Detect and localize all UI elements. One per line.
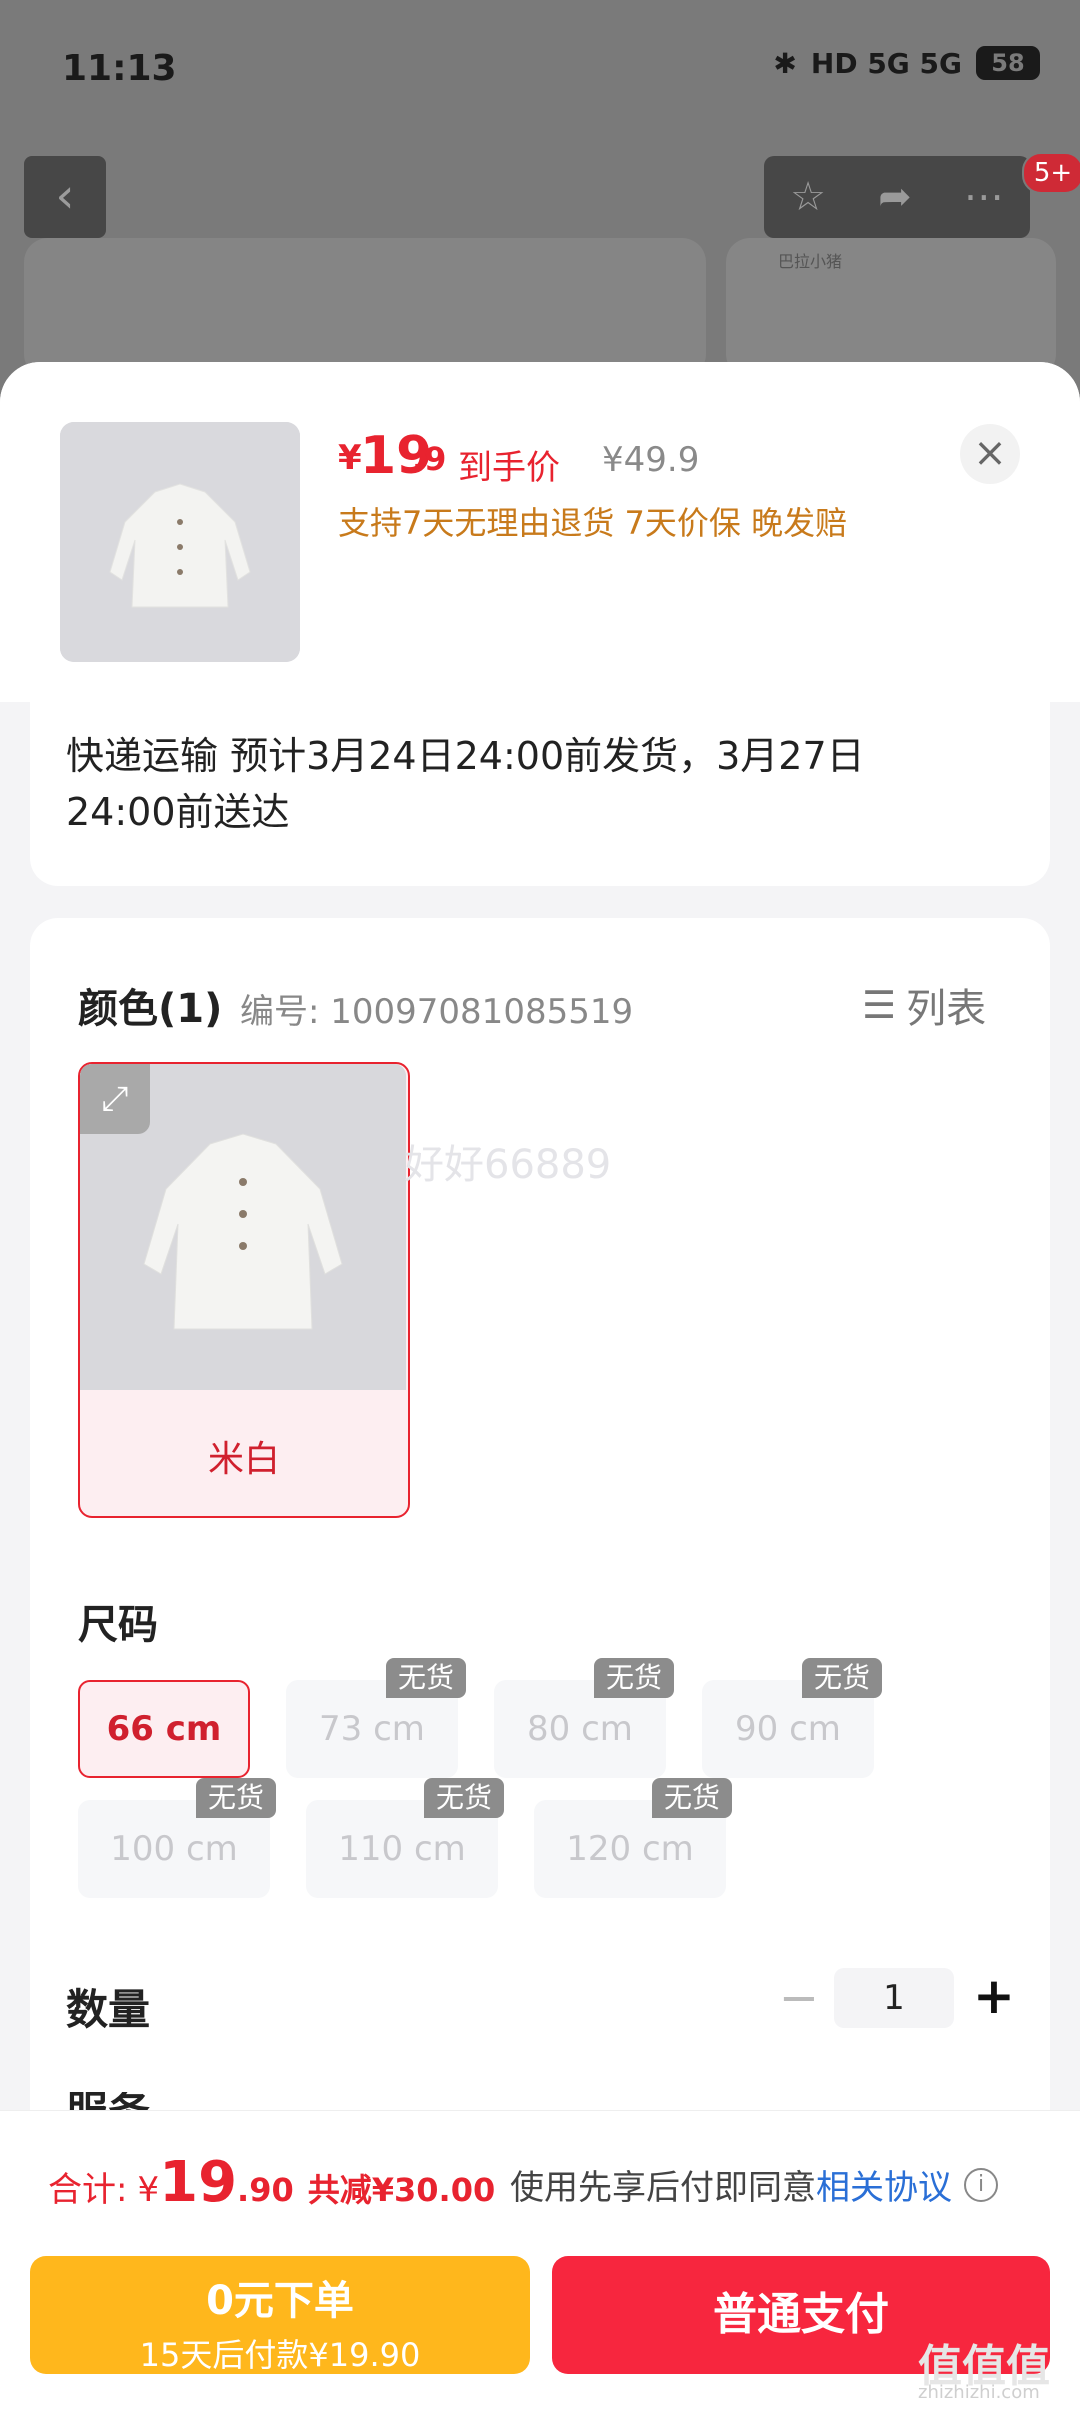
agreement-link[interactable]: 相关协议: [816, 2160, 952, 2209]
status-time: 11:13: [62, 48, 177, 89]
out-of-stock-badge: 无货: [424, 1778, 505, 1818]
share-icon[interactable]: ➦: [878, 174, 912, 220]
background-card: [24, 238, 706, 378]
expand-icon[interactable]: ⤢: [80, 1064, 150, 1134]
out-of-stock-badge: 无货: [196, 1778, 277, 1818]
quantity-decrease-button[interactable]: −: [774, 1968, 824, 2028]
bluetooth-icon: ✱: [773, 46, 797, 80]
background-card: [726, 238, 1056, 378]
corner-watermark-url: zhizhizhi.com: [918, 2382, 1040, 2403]
notification-badge: 5+: [1022, 152, 1080, 194]
battery-icon: 58: [976, 46, 1040, 80]
quantity-increase-button[interactable]: +: [966, 1966, 1022, 2026]
product-thumbnail[interactable]: [60, 422, 300, 662]
shop-logo-text: 巴拉小猪: [778, 252, 843, 271]
price-currency: ¥: [338, 438, 362, 478]
price-decimal: .9: [412, 440, 447, 478]
agreement-row: 使用先享后付即同意 相关协议 i: [510, 2160, 998, 2209]
watermark-text: 好好66889: [404, 1142, 612, 1188]
pay-later-title: 0元下单: [206, 2278, 354, 2324]
price-tag: 到手价: [458, 448, 560, 488]
shipping-info: 快递运输 预计3月24日24:00前发货，3月27日24:00前送达: [66, 734, 865, 834]
out-of-stock-badge: 无货: [594, 1658, 675, 1698]
size-option-66[interactable]: 66 cm: [78, 1680, 250, 1778]
service-title: 服务: [66, 2092, 150, 2110]
system-icons: ✱ HD 5G 5G 58: [773, 46, 1040, 80]
quantity-input[interactable]: 1: [834, 1968, 954, 2028]
chevron-left-icon: ‹: [55, 168, 75, 224]
total-label: 合计:: [48, 2170, 128, 2210]
total-currency: ¥: [137, 2170, 160, 2210]
out-of-stock-badge: 无货: [802, 1658, 883, 1698]
signal-icons: HD 5G 5G: [810, 46, 962, 80]
color-title: 颜色(1): [78, 986, 223, 1032]
out-of-stock-badge: 无货: [386, 1658, 467, 1698]
agreement-text: 使用先享后付即同意: [510, 2168, 816, 2208]
list-icon: ☰: [862, 983, 897, 1027]
total-summary: 合计: ¥ 19 .90 共减¥30.00: [48, 2150, 495, 2215]
total-discount: 共减¥30.00: [307, 2171, 496, 2209]
close-icon: ×: [973, 430, 1007, 476]
size-title: 尺码: [78, 1602, 158, 1648]
more-icon[interactable]: ⋯: [964, 174, 1004, 220]
quantity-title: 数量: [66, 1985, 151, 2034]
total-decimal: .90: [237, 2171, 294, 2209]
status-bar: 11:13 ✱ HD 5G 5G 58: [0, 0, 1080, 140]
sku-number: 编号: 10097081085519: [240, 992, 634, 1032]
pay-later-subtitle: 15天后付款¥19.90: [139, 2336, 421, 2374]
original-price: ¥49.9: [602, 440, 700, 480]
guarantee-text: 支持7天无理由退货 7天价保 晚发赔: [338, 504, 848, 542]
out-of-stock-badge: 无货: [652, 1778, 733, 1818]
list-view-toggle[interactable]: ☰ 列表: [862, 976, 986, 1034]
list-toggle-label: 列表: [906, 986, 987, 1032]
color-option-label: 米白: [207, 1439, 280, 1480]
back-button[interactable]: ‹: [24, 156, 106, 238]
header-actions: ☆ ➦ ⋯: [764, 156, 1030, 238]
pay-later-button[interactable]: 0元下单 15天后付款¥19.90: [30, 2256, 530, 2374]
star-icon[interactable]: ☆: [790, 174, 826, 220]
info-icon[interactable]: i: [964, 2167, 998, 2202]
total-integer: 19: [159, 2150, 238, 2215]
shirt-image: [60, 422, 300, 662]
close-button[interactable]: ×: [960, 424, 1020, 484]
